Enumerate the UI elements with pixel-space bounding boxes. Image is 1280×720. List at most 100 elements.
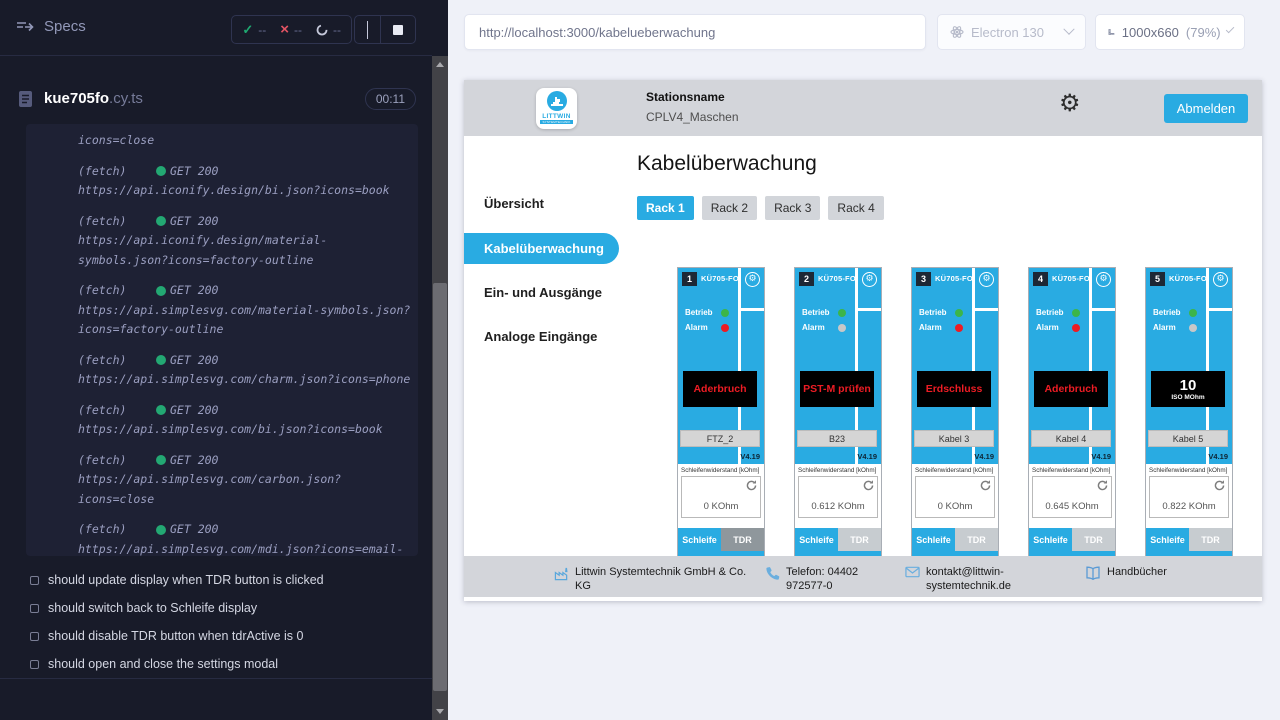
device-card-2: 2 KÜ705-FO ⚙ Betrieb Alarm PST-M prüfen … bbox=[794, 267, 882, 556]
sidebar-item-kabelueberwachung[interactable]: Kabelüberwachung bbox=[464, 233, 619, 264]
app-under-test: LITTWIN SYSTEMTECHNIK Stationsname CPLV4… bbox=[464, 80, 1262, 601]
status-dot bbox=[156, 355, 166, 365]
log-entry[interactable]: (fetch) GET 200 https://api.simplesvg.co… bbox=[78, 520, 410, 556]
mode-buttons: Schleife TDR bbox=[912, 528, 998, 551]
tab-rack-3[interactable]: Rack 3 bbox=[765, 196, 820, 220]
log-entry[interactable]: (fetch) GET 200 https://api.iconify.desi… bbox=[78, 162, 410, 201]
viewport-selector[interactable]: 1000x660 (79%) bbox=[1095, 14, 1245, 50]
reporter-scrollbar[interactable] bbox=[432, 56, 448, 720]
card-settings-button[interactable]: ⚙ bbox=[979, 272, 994, 287]
slot-number-badge: 2 bbox=[799, 272, 814, 286]
device-card-4: 4 KÜ705-FO ⚙ Betrieb Alarm Aderbruch Kab… bbox=[1028, 267, 1116, 556]
stat-passed: ✓ -- bbox=[242, 22, 266, 38]
betrieb-led bbox=[955, 309, 963, 317]
gear-icon: ⚙ bbox=[1216, 275, 1224, 284]
email-icon bbox=[905, 566, 920, 578]
card-divider bbox=[1092, 308, 1115, 311]
tdr-button[interactable]: TDR bbox=[1189, 528, 1232, 551]
schleife-button[interactable]: Schleife bbox=[1029, 528, 1072, 551]
refresh-icon[interactable] bbox=[979, 479, 992, 492]
log-entry[interactable]: (fetch) GET 200 https://api.simplesvg.co… bbox=[78, 281, 410, 340]
tab-rack-4[interactable]: Rack 4 bbox=[828, 196, 883, 220]
iso-unit: ISO MOhm bbox=[1171, 394, 1204, 401]
measurement-box: 0 KOhm bbox=[915, 476, 995, 518]
check-icon: ✓ bbox=[242, 22, 253, 38]
specs-label[interactable]: Specs bbox=[44, 18, 86, 35]
schleife-button[interactable]: Schleife bbox=[678, 528, 721, 551]
stop-button[interactable] bbox=[389, 25, 407, 35]
measurement-panel: Schleifenwiderstand [kOhm] 0.612 KOhm bbox=[795, 464, 881, 528]
spec-row[interactable]: kue705fo.cy.ts 00:11 bbox=[0, 82, 432, 118]
refresh-icon[interactable] bbox=[1213, 479, 1226, 492]
tdr-button[interactable]: TDR bbox=[721, 528, 764, 551]
browser-selector[interactable]: Electron 130 bbox=[937, 14, 1086, 50]
footer-manuals[interactable]: Handbücher bbox=[1085, 565, 1167, 580]
stat-pending: -- bbox=[316, 23, 341, 37]
alarm-led bbox=[1189, 324, 1197, 332]
footer-phone: Telefon: 04402 972577-0 bbox=[765, 565, 885, 593]
card-settings-button[interactable]: ⚙ bbox=[745, 272, 760, 287]
card-settings-button[interactable]: ⚙ bbox=[1213, 272, 1228, 287]
schleife-button[interactable]: Schleife bbox=[1146, 528, 1189, 551]
book-icon bbox=[1085, 566, 1101, 580]
status-display: Aderbruch bbox=[1034, 371, 1108, 407]
card-divider bbox=[975, 308, 998, 311]
card-settings-button[interactable]: ⚙ bbox=[862, 272, 877, 287]
tdr-button[interactable]: TDR bbox=[1072, 528, 1115, 551]
refresh-icon[interactable] bbox=[1096, 479, 1109, 492]
run-controls bbox=[354, 15, 416, 44]
betrieb-led bbox=[1072, 309, 1080, 317]
alarm-led bbox=[955, 324, 963, 332]
spec-duration: 00:11 bbox=[365, 88, 416, 110]
schleife-button[interactable]: Schleife bbox=[912, 528, 955, 551]
phone-icon bbox=[765, 566, 780, 581]
log-entry[interactable]: (fetch) GET 200 https://api.iconify.desi… bbox=[78, 212, 410, 271]
log-entry[interactable]: (fetch) GET 200 https://api.simplesvg.co… bbox=[78, 401, 410, 440]
log-line[interactable]: icons=close bbox=[78, 131, 410, 151]
tab-rack-2[interactable]: Rack 2 bbox=[702, 196, 757, 220]
tab-rack-1[interactable]: Rack 1 bbox=[637, 196, 694, 220]
test-item[interactable]: should disable TDR button when tdrActive… bbox=[0, 622, 432, 650]
scroll-up-arrow[interactable] bbox=[436, 62, 444, 67]
sidebar-item-uebersicht[interactable]: Übersicht bbox=[464, 188, 619, 219]
sidebar-item-analoge-eingaenge[interactable]: Analoge Eingänge bbox=[464, 321, 619, 352]
refresh-icon[interactable] bbox=[862, 479, 875, 492]
measurement-box: 0 KOhm bbox=[681, 476, 761, 518]
scrollbar-thumb[interactable] bbox=[433, 283, 447, 691]
page-title: Kabelüberwachung bbox=[637, 152, 817, 176]
sidebar-item-ein-und-ausgaenge[interactable]: Ein- und Ausgänge bbox=[464, 277, 619, 308]
specs-menu-icon[interactable] bbox=[16, 20, 34, 39]
measurement-value: 0 KOhm bbox=[916, 501, 994, 512]
url-bar[interactable]: http://localhost:3000/kabelueberwachung bbox=[464, 14, 926, 50]
test-item[interactable]: should update display when TDR button is… bbox=[0, 566, 432, 594]
collapse-button[interactable] bbox=[363, 21, 372, 39]
tdr-button[interactable]: TDR bbox=[838, 528, 881, 551]
test-item[interactable]: should open and close the settings modal bbox=[0, 650, 432, 678]
tdr-button[interactable]: TDR bbox=[955, 528, 998, 551]
logout-button[interactable]: Abmelden bbox=[1164, 94, 1248, 123]
station-name: CPLV4_Maschen bbox=[646, 110, 739, 124]
measurement-value: 0 KOhm bbox=[682, 501, 760, 512]
measurement-box: 0.645 KOhm bbox=[1032, 476, 1112, 518]
status-display: Aderbruch bbox=[683, 371, 757, 407]
logo-icon bbox=[547, 91, 567, 111]
refresh-icon[interactable] bbox=[745, 479, 758, 492]
firmware-version: V4.19 bbox=[1208, 452, 1228, 461]
log-entry[interactable]: (fetch) GET 200 https://api.simplesvg.co… bbox=[78, 451, 410, 510]
cypress-reporter-panel: Specs ✓ -- × -- -- kue bbox=[0, 0, 448, 720]
settings-gear-icon[interactable]: ⚙ bbox=[1059, 91, 1081, 115]
log-entry[interactable]: (fetch) GET 200 https://api.simplesvg.co… bbox=[78, 351, 410, 390]
card-divider bbox=[858, 308, 881, 311]
iso-value: 10 bbox=[1180, 378, 1197, 393]
chevron-down-icon bbox=[1225, 25, 1234, 34]
littwin-logo: LITTWIN SYSTEMTECHNIK bbox=[536, 88, 577, 129]
scroll-down-arrow[interactable] bbox=[436, 709, 444, 714]
gear-icon: ⚙ bbox=[982, 275, 990, 284]
device-model: KÜ705-FO bbox=[818, 274, 856, 283]
card-divider bbox=[741, 308, 764, 311]
card-settings-button[interactable]: ⚙ bbox=[1096, 272, 1111, 287]
divider bbox=[380, 16, 381, 44]
test-item[interactable]: should switch back to Schleife display bbox=[0, 594, 432, 622]
schleife-button[interactable]: Schleife bbox=[795, 528, 838, 551]
cable-name: B23 bbox=[797, 430, 877, 447]
